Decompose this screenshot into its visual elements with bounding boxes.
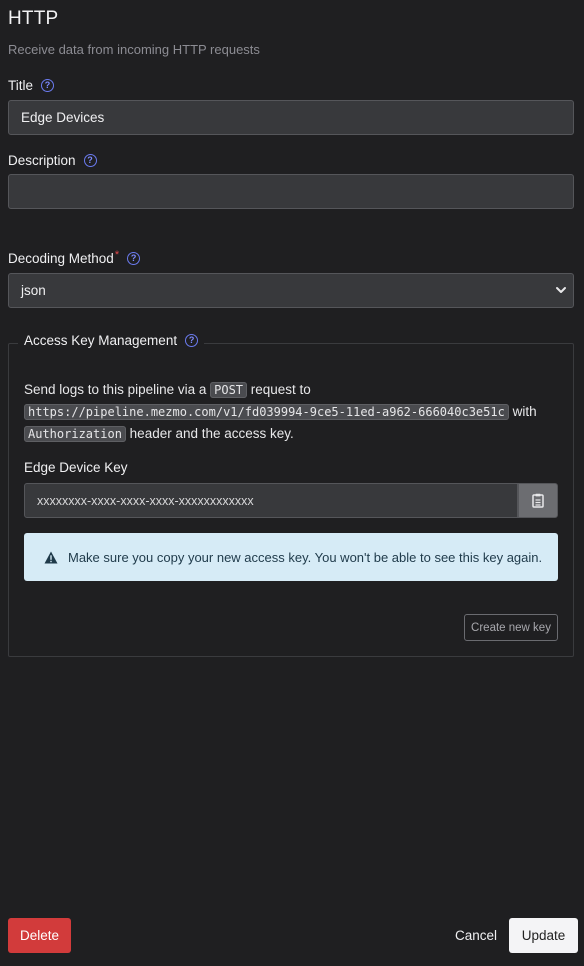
edge-device-key-value: xxxxxxxx-xxxx-xxxx-xxxx-xxxxxxxxxxxx: [37, 493, 254, 508]
title-input-value: Edge Devices: [21, 110, 105, 125]
pipeline-instructions: Send logs to this pipeline via a POST re…: [24, 379, 564, 445]
cancel-button[interactable]: Cancel: [450, 918, 502, 953]
page-title: HTTP: [8, 8, 59, 29]
required-asterisk: *: [114, 248, 120, 261]
decoding-method-select[interactable]: json: [8, 273, 574, 308]
authorization-header-code: Authorization: [24, 426, 126, 442]
instructions-text: request to: [247, 382, 311, 397]
decoding-label-text: Decoding Method: [8, 251, 114, 266]
create-new-key-button[interactable]: Create new key: [464, 614, 558, 641]
decoding-select-value: json: [21, 283, 46, 298]
description-label-text: Description: [8, 153, 76, 168]
help-icon[interactable]: ?: [41, 79, 55, 92]
delete-button[interactable]: Delete: [8, 918, 71, 953]
alert-text: Make sure you copy your new access key. …: [68, 549, 543, 565]
decoding-method-label: Decoding Method * ?: [8, 248, 141, 266]
pipeline-url-code: https://pipeline.mezmo.com/v1/fd039994-9…: [24, 404, 509, 420]
copy-key-button[interactable]: [518, 483, 558, 518]
page-subtitle: Receive data from incoming HTTP requests: [8, 42, 260, 57]
update-button[interactable]: Update: [509, 918, 578, 953]
help-icon[interactable]: ?: [127, 252, 141, 265]
description-field-label: Description ?: [8, 153, 97, 168]
instructions-text: header and the access key.: [125, 426, 294, 441]
instructions-text: with: [508, 404, 537, 419]
edge-device-key-label: Edge Device Key: [24, 460, 128, 475]
access-key-legend: Access Key Management ?: [18, 333, 205, 348]
description-input[interactable]: [8, 174, 574, 209]
edge-device-key-input[interactable]: xxxxxxxx-xxxx-xxxx-xxxx-xxxxxxxxxxxx: [24, 483, 518, 518]
title-label-text: Title: [8, 78, 34, 93]
instructions-text: Send logs to this pipeline via a: [24, 382, 211, 397]
help-icon[interactable]: ?: [83, 154, 97, 167]
title-input[interactable]: Edge Devices: [8, 100, 574, 135]
title-field-label: Title ?: [8, 78, 55, 93]
copy-key-alert: Make sure you copy your new access key. …: [24, 533, 558, 581]
help-icon[interactable]: ?: [185, 334, 199, 347]
post-method-code: POST: [210, 382, 248, 398]
clipboard-icon: [532, 493, 544, 508]
chevron-down-icon: [556, 287, 566, 293]
warning-triangle-icon: [44, 551, 58, 563]
access-key-legend-text: Access Key Management: [24, 333, 178, 348]
